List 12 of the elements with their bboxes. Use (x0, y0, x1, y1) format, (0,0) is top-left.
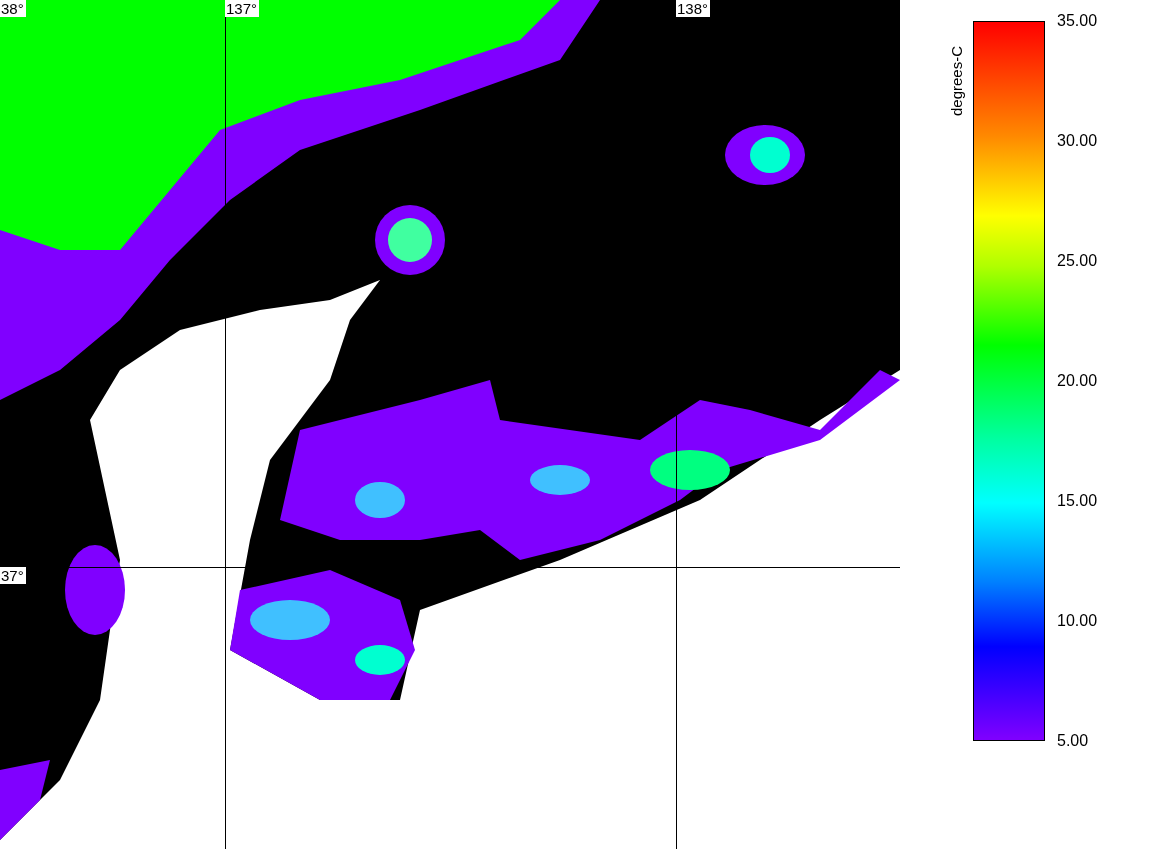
latitude-label: 38° (0, 0, 26, 17)
scale-tick-label: 15.00 (1057, 492, 1098, 510)
longitude-label: 138° (676, 0, 711, 17)
scale-tick-label: 25.00 (1057, 252, 1098, 270)
scale-tick-label: 10.00 (1057, 612, 1098, 630)
scale-tick-label: 30.00 (1057, 132, 1098, 150)
unit-label: degrees-C (948, 45, 965, 116)
scale-tick-label: 35.00 (1057, 12, 1098, 30)
scale-tick-label: 20.00 (1057, 372, 1098, 390)
scale-tick-label: 5.00 (1057, 732, 1090, 750)
longitude-label: 137° (225, 0, 260, 17)
latitude-label: 37° (0, 567, 26, 584)
